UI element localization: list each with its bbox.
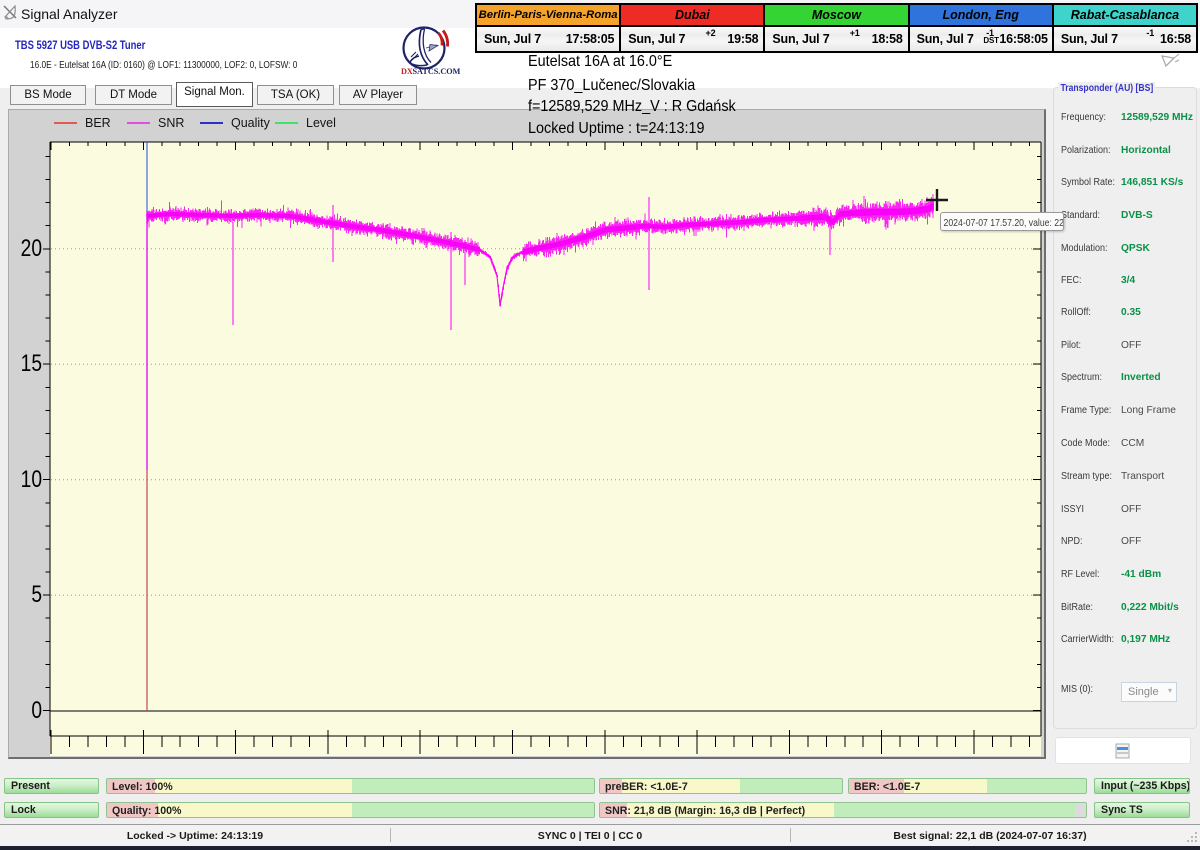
svg-text:SATCS.COM: SATCS.COM <box>413 67 461 76</box>
svg-text:DX: DX <box>401 67 413 76</box>
